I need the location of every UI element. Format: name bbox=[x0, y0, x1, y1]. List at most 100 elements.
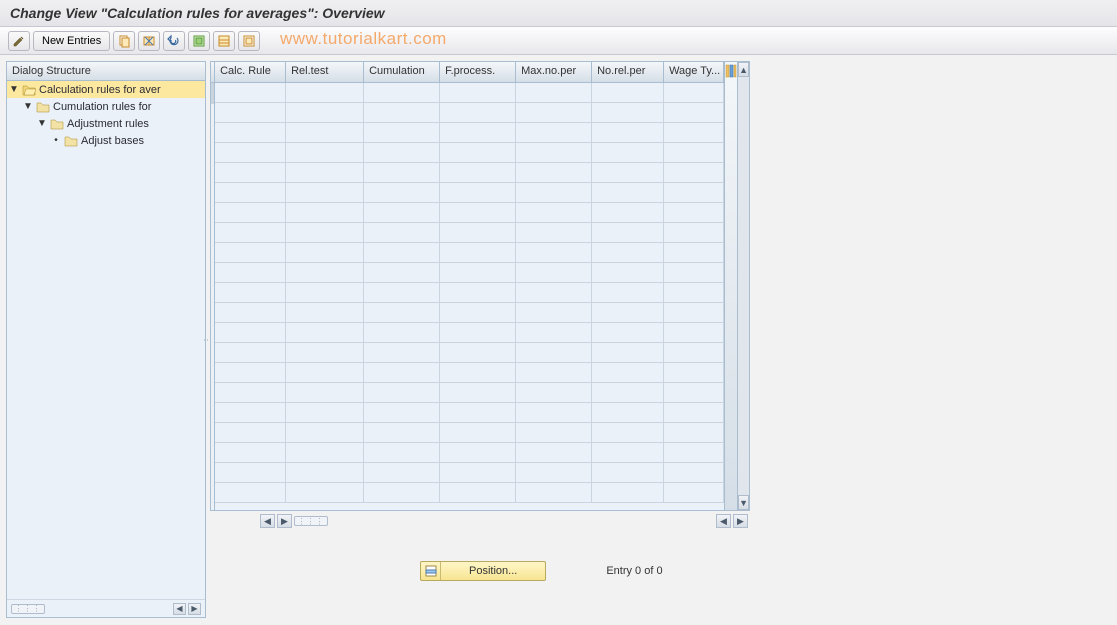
tree-expander-icon[interactable]: ▼ bbox=[9, 84, 19, 95]
column-header-f-process[interactable]: F.process. bbox=[440, 62, 516, 82]
hscroll-left-button[interactable]: ◀ bbox=[260, 514, 275, 528]
deselect-all-button[interactable] bbox=[238, 31, 260, 51]
table-cell[interactable] bbox=[440, 83, 516, 103]
table-cell[interactable] bbox=[516, 243, 592, 263]
tree-expander-icon[interactable]: ▼ bbox=[37, 118, 47, 129]
table-cell[interactable] bbox=[215, 103, 286, 123]
table-cell[interactable] bbox=[215, 143, 286, 163]
configure-columns-button[interactable] bbox=[724, 62, 737, 510]
table-cell[interactable] bbox=[516, 323, 592, 343]
table-cell[interactable] bbox=[592, 283, 664, 303]
table-cell[interactable] bbox=[664, 403, 724, 423]
table-cell[interactable] bbox=[215, 323, 286, 343]
table-cell[interactable] bbox=[516, 263, 592, 283]
table-cell[interactable] bbox=[664, 363, 724, 383]
table-cell[interactable] bbox=[440, 463, 516, 483]
table-cell[interactable] bbox=[516, 103, 592, 123]
table-cell[interactable] bbox=[516, 303, 592, 323]
table-cell[interactable] bbox=[592, 223, 664, 243]
undo-change-button[interactable] bbox=[163, 31, 185, 51]
table-cell[interactable] bbox=[440, 383, 516, 403]
table-cell[interactable] bbox=[592, 83, 664, 103]
table-cell[interactable] bbox=[664, 163, 724, 183]
table-cell[interactable] bbox=[364, 443, 440, 463]
copy-as-button[interactable] bbox=[113, 31, 135, 51]
new-entries-button[interactable]: New Entries bbox=[33, 31, 110, 51]
table-cell[interactable] bbox=[440, 363, 516, 383]
table-cell[interactable] bbox=[364, 263, 440, 283]
table-row[interactable] bbox=[215, 203, 724, 223]
table-cell[interactable] bbox=[664, 323, 724, 343]
table-cell[interactable] bbox=[286, 123, 364, 143]
table-cell[interactable] bbox=[664, 483, 724, 503]
table-cell[interactable] bbox=[592, 483, 664, 503]
table-cell[interactable] bbox=[215, 423, 286, 443]
table-cell[interactable] bbox=[286, 423, 364, 443]
table-cell[interactable] bbox=[364, 223, 440, 243]
table-cell[interactable] bbox=[664, 223, 724, 243]
table-cell[interactable] bbox=[215, 303, 286, 323]
table-cell[interactable] bbox=[592, 103, 664, 123]
table-cell[interactable] bbox=[592, 443, 664, 463]
table-cell[interactable] bbox=[364, 163, 440, 183]
table-row[interactable] bbox=[215, 303, 724, 323]
scroll-up-button[interactable]: ▲ bbox=[738, 62, 749, 77]
table-cell[interactable] bbox=[286, 383, 364, 403]
hscroll-right-end-button[interactable]: ▶ bbox=[733, 514, 748, 528]
table-cell[interactable] bbox=[664, 243, 724, 263]
table-cell[interactable] bbox=[215, 183, 286, 203]
table-cell[interactable] bbox=[215, 403, 286, 423]
tree-item-cumulation-rules[interactable]: ▼ Cumulation rules for bbox=[7, 98, 205, 115]
table-row[interactable] bbox=[215, 343, 724, 363]
table-cell[interactable] bbox=[286, 303, 364, 323]
row-selector-cell[interactable] bbox=[211, 103, 214, 104]
table-cell[interactable] bbox=[286, 163, 364, 183]
table-cell[interactable] bbox=[516, 283, 592, 303]
column-header-cumulation[interactable]: Cumulation bbox=[364, 62, 440, 82]
select-all-button[interactable] bbox=[188, 31, 210, 51]
table-cell[interactable] bbox=[286, 463, 364, 483]
table-cell[interactable] bbox=[286, 203, 364, 223]
table-cell[interactable] bbox=[215, 223, 286, 243]
table-cell[interactable] bbox=[215, 463, 286, 483]
table-cell[interactable] bbox=[440, 183, 516, 203]
table-row[interactable] bbox=[215, 443, 724, 463]
table-cell[interactable] bbox=[440, 203, 516, 223]
table-cell[interactable] bbox=[664, 103, 724, 123]
table-cell[interactable] bbox=[286, 403, 364, 423]
table-cell[interactable] bbox=[516, 223, 592, 243]
table-cell[interactable] bbox=[664, 303, 724, 323]
row-selector-header[interactable] bbox=[211, 62, 214, 83]
table-cell[interactable] bbox=[286, 363, 364, 383]
table-cell[interactable] bbox=[516, 143, 592, 163]
table-cell[interactable] bbox=[364, 283, 440, 303]
table-row[interactable] bbox=[215, 123, 724, 143]
table-cell[interactable] bbox=[286, 143, 364, 163]
table-cell[interactable] bbox=[440, 443, 516, 463]
table-cell[interactable] bbox=[440, 263, 516, 283]
table-row[interactable] bbox=[215, 163, 724, 183]
table-cell[interactable] bbox=[592, 363, 664, 383]
table-cell[interactable] bbox=[364, 363, 440, 383]
tree-item-adjust-bases[interactable]: • Adjust bases bbox=[7, 132, 205, 149]
table-cell[interactable] bbox=[286, 243, 364, 263]
table-cell[interactable] bbox=[440, 423, 516, 443]
table-cell[interactable] bbox=[516, 163, 592, 183]
hscroll-handle[interactable]: ⋮⋮⋮ bbox=[294, 516, 328, 526]
table-cell[interactable] bbox=[664, 143, 724, 163]
table-cell[interactable] bbox=[215, 263, 286, 283]
table-cell[interactable] bbox=[286, 323, 364, 343]
table-cell[interactable] bbox=[664, 343, 724, 363]
table-cell[interactable] bbox=[440, 103, 516, 123]
tree-scroll-left-button[interactable]: ◀ bbox=[173, 603, 186, 615]
table-cell[interactable] bbox=[440, 343, 516, 363]
table-cell[interactable] bbox=[516, 383, 592, 403]
table-cell[interactable] bbox=[664, 263, 724, 283]
table-cell[interactable] bbox=[664, 283, 724, 303]
table-cell[interactable] bbox=[664, 123, 724, 143]
table-cell[interactable] bbox=[516, 83, 592, 103]
table-cell[interactable] bbox=[215, 203, 286, 223]
table-cell[interactable] bbox=[516, 403, 592, 423]
table-cell[interactable] bbox=[592, 263, 664, 283]
table-cell[interactable] bbox=[364, 483, 440, 503]
